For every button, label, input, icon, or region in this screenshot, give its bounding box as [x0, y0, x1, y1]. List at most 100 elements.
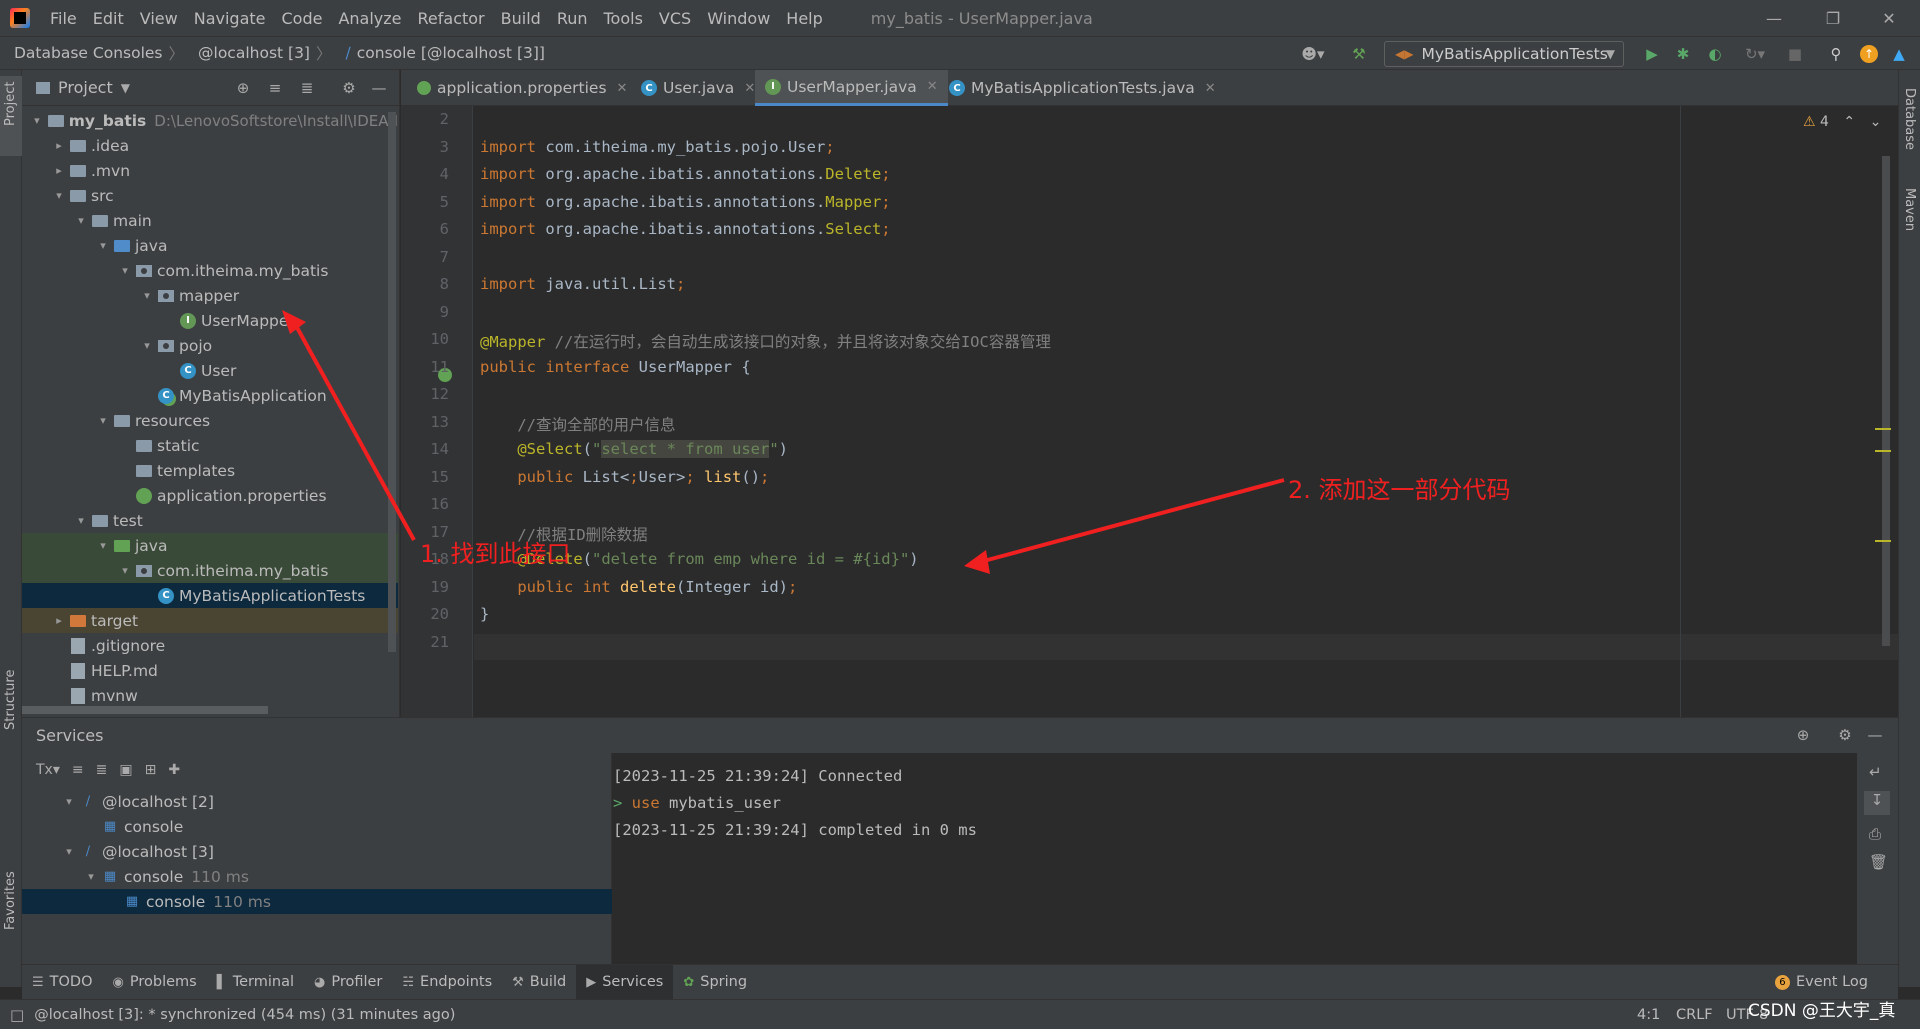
- add-icon[interactable]: ✚: [168, 762, 180, 778]
- chevron-down-icon[interactable]: ▾: [140, 339, 154, 352]
- menu-code[interactable]: Code: [274, 9, 331, 28]
- chevron-down-icon[interactable]: ▾: [118, 564, 132, 577]
- print-icon[interactable]: ⎙: [1869, 825, 1881, 843]
- chevron-down-icon[interactable]: ▾: [96, 239, 110, 252]
- menu-refactor[interactable]: Refactor: [410, 9, 493, 28]
- line-number[interactable]: 12: [401, 385, 449, 403]
- tree-item[interactable]: ▾ java: [22, 533, 398, 558]
- tab-problems[interactable]: ◉ Problems: [103, 965, 207, 1000]
- line-number[interactable]: 14: [401, 440, 449, 458]
- chevron-down-icon[interactable]: ▾: [96, 414, 110, 427]
- tab-build[interactable]: ⚒ Build: [502, 965, 576, 1000]
- chevron-right-icon[interactable]: ▸: [52, 614, 66, 627]
- services-panel-title[interactable]: Services: [36, 726, 103, 745]
- run-configuration-select[interactable]: ◀▶ MyBatisApplicationTests ▼: [1384, 41, 1624, 67]
- coverage-icon[interactable]: ◐: [1706, 45, 1724, 63]
- toolbox-icon[interactable]: ▲: [1890, 45, 1908, 63]
- transaction-mode-icon[interactable]: Tx▾: [36, 762, 60, 778]
- stop-icon[interactable]: ■: [1786, 45, 1804, 63]
- chevron-down-icon[interactable]: ▾: [52, 189, 66, 202]
- menu-navigate[interactable]: Navigate: [186, 9, 274, 28]
- tree-item[interactable]: C MyBatisApplicationTests: [22, 583, 398, 608]
- tree-item[interactable]: ▾ pojo: [22, 333, 398, 358]
- hide-icon[interactable]: —: [370, 79, 388, 97]
- chevron-down-icon[interactable]: ▾: [96, 539, 110, 552]
- group-icon[interactable]: ▣: [119, 762, 132, 778]
- line-number[interactable]: 16: [401, 495, 449, 513]
- line-number[interactable]: 2: [401, 110, 449, 128]
- menu-build[interactable]: Build: [493, 9, 549, 28]
- code-editor[interactable]: import com.itheima.my_batis.pojo.User; im…: [474, 106, 1898, 717]
- user-icon[interactable]: ☻▾: [1298, 45, 1328, 63]
- expand-all-icon[interactable]: ≡: [72, 762, 84, 778]
- tab-usermapper-java[interactable]: I UserMapper.java ✕: [755, 70, 948, 106]
- tree-item[interactable]: templates: [22, 458, 398, 483]
- menu-vcs[interactable]: VCS: [651, 9, 699, 28]
- menu-window[interactable]: Window: [699, 9, 778, 28]
- chevron-down-icon[interactable]: ▾: [62, 845, 76, 858]
- error-stripe-mark[interactable]: [1875, 450, 1891, 452]
- status-message[interactable]: @localhost [3]: * synchronized (454 ms) …: [34, 1007, 455, 1023]
- tree-item[interactable]: ▸ .mvn: [22, 158, 398, 183]
- tree-item[interactable]: .gitignore: [22, 633, 398, 658]
- tree-item[interactable]: ▾ resources: [22, 408, 398, 433]
- tree-item[interactable]: static: [22, 433, 398, 458]
- menu-view[interactable]: View: [132, 9, 186, 28]
- tab-application-properties[interactable]: application.properties ✕: [407, 70, 637, 106]
- update-icon[interactable]: ↑: [1860, 45, 1878, 63]
- line-number[interactable]: 7: [401, 248, 449, 266]
- line-number[interactable]: 13: [401, 413, 449, 431]
- locate-icon[interactable]: ⊕: [234, 79, 252, 97]
- close-icon[interactable]: ✕: [927, 79, 938, 94]
- tree-item[interactable]: ▾ main: [22, 208, 398, 233]
- tab-terminal[interactable]: ▌ Terminal: [207, 965, 304, 1000]
- chevron-down-icon[interactable]: ▾: [84, 870, 98, 883]
- tree-item[interactable]: ▾ com.itheima.my_batis: [22, 558, 398, 583]
- gear-icon[interactable]: ⚙: [340, 79, 358, 97]
- menu-tools[interactable]: Tools: [596, 9, 651, 28]
- layout-icon[interactable]: □: [10, 1006, 24, 1024]
- tab-spring[interactable]: ✿ Spring: [673, 965, 757, 1000]
- tree-item[interactable]: ▾ mapper: [22, 283, 398, 308]
- line-number[interactable]: 6: [401, 220, 449, 238]
- chevron-down-icon[interactable]: ▾: [74, 214, 88, 227]
- tab-services[interactable]: ▶ Services: [576, 964, 674, 1000]
- search-icon[interactable]: ⚲: [1827, 45, 1845, 63]
- tab-profiler[interactable]: ◕ Profiler: [304, 965, 392, 1000]
- line-number[interactable]: 3: [401, 138, 449, 156]
- run-icon[interactable]: ▶: [1643, 45, 1661, 63]
- minimize-button[interactable]: —: [1751, 0, 1797, 36]
- chevron-down-icon[interactable]: ▾: [118, 264, 132, 277]
- hide-icon[interactable]: —: [1866, 726, 1884, 744]
- debug-icon[interactable]: ✱: [1674, 45, 1692, 63]
- breadcrumb-localhost[interactable]: @localhost [3] 〉: [184, 42, 331, 64]
- line-number[interactable]: 20: [401, 605, 449, 623]
- line-number[interactable]: 4: [401, 165, 449, 183]
- collapse-all-icon[interactable]: ≣: [96, 762, 108, 778]
- tab-mybatisapplicationtests-java[interactable]: C MyBatisApplicationTests.java ✕: [939, 70, 1226, 106]
- structure-tool-label[interactable]: Structure: [3, 670, 18, 730]
- gear-icon[interactable]: ⚙: [1836, 726, 1854, 744]
- favorites-tool-label[interactable]: Favorites: [3, 871, 18, 930]
- line-number[interactable]: 8: [401, 275, 449, 293]
- database-tool-label[interactable]: Database: [1902, 88, 1917, 150]
- close-icon[interactable]: ✕: [1205, 81, 1216, 96]
- scroll-to-end-icon[interactable]: ↧: [1864, 791, 1890, 815]
- build-hammer-icon[interactable]: ⚒: [1350, 45, 1368, 63]
- chevron-up-icon[interactable]: ⌃: [1843, 114, 1855, 130]
- chevron-down-icon[interactable]: ▼: [121, 81, 130, 95]
- soft-wrap-icon[interactable]: ↵: [1869, 763, 1882, 781]
- tree-item[interactable]: ▸ .idea: [22, 133, 398, 158]
- service-item[interactable]: ▾ ∕ @localhost [3]: [22, 839, 612, 864]
- breadcrumb-console[interactable]: ∕ console [@localhost [3]]: [332, 44, 545, 62]
- vertical-scrollbar[interactable]: [388, 112, 396, 652]
- inspection-widget[interactable]: ⚠ 4 ⌃ ⌄: [1803, 114, 1881, 130]
- service-item[interactable]: ▾ ▦ console 110 ms: [22, 864, 612, 889]
- tree-item[interactable]: HELP.md: [22, 658, 398, 683]
- menu-run[interactable]: Run: [549, 9, 596, 28]
- service-item[interactable]: ▾ ∕ @localhost [2]: [22, 789, 612, 814]
- tree-item[interactable]: ▾ com.itheima.my_batis: [22, 258, 398, 283]
- project-tool-label[interactable]: Project: [3, 82, 18, 126]
- tab-endpoints[interactable]: ☵ Endpoints: [392, 965, 502, 1000]
- chevron-down-icon[interactable]: ▾: [30, 114, 44, 127]
